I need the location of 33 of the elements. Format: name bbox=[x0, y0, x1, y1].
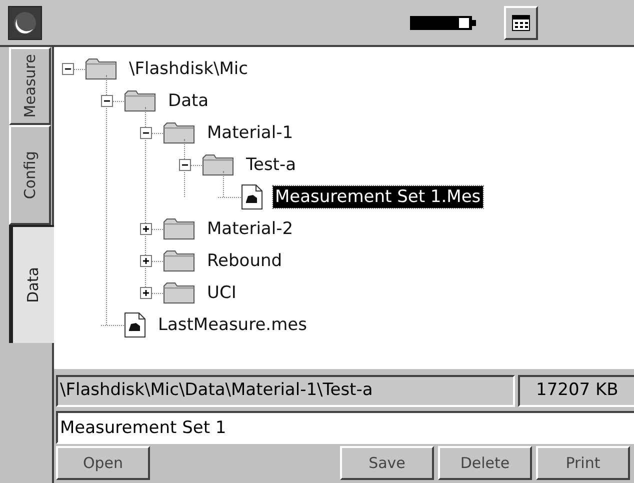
action-button[interactable]: Print bbox=[536, 446, 630, 480]
path-field: \Flashdisk\Mic\Data\Material-1\Test-a bbox=[56, 375, 515, 407]
side-tab[interactable]: Measure bbox=[9, 47, 51, 125]
name-field[interactable]: Measurement Set 1 bbox=[56, 411, 634, 444]
collapse-icon[interactable] bbox=[101, 95, 113, 107]
collapse-icon[interactable] bbox=[179, 159, 191, 171]
expand-icon[interactable] bbox=[140, 287, 152, 299]
calendar-icon bbox=[512, 14, 530, 30]
document-icon bbox=[124, 312, 146, 338]
side-tab[interactable]: Data bbox=[9, 225, 54, 343]
action-button[interactable]: Delete bbox=[438, 446, 532, 480]
free-space-field: 17207 KB bbox=[518, 375, 634, 407]
collapse-icon[interactable] bbox=[140, 127, 152, 139]
action-button[interactable]: Open bbox=[56, 446, 150, 480]
folder-label[interactable]: \Flashdisk\Mic bbox=[127, 58, 250, 80]
document-icon bbox=[241, 184, 263, 210]
folder-label[interactable]: Rebound bbox=[205, 250, 284, 272]
expand-icon[interactable] bbox=[140, 255, 152, 267]
collapse-icon[interactable] bbox=[62, 63, 74, 75]
folder-label[interactable]: Test-a bbox=[244, 154, 298, 176]
folder-label[interactable]: Data bbox=[166, 90, 211, 112]
calendar-button[interactable] bbox=[504, 6, 538, 40]
file-label[interactable]: LastMeasure.mes bbox=[156, 314, 309, 336]
side-tab[interactable]: Config bbox=[9, 125, 51, 225]
action-button[interactable]: Save bbox=[340, 446, 434, 480]
expand-icon[interactable] bbox=[140, 223, 152, 235]
folder-label[interactable]: Material-1 bbox=[205, 122, 296, 144]
folder-label[interactable]: UCI bbox=[205, 282, 238, 304]
file-label[interactable]: Measurement Set 1.Mes bbox=[273, 186, 483, 208]
start-button[interactable] bbox=[8, 6, 42, 40]
folder-label[interactable]: Material-2 bbox=[205, 218, 296, 240]
battery-icon bbox=[410, 14, 476, 30]
moon-icon bbox=[12, 10, 38, 36]
